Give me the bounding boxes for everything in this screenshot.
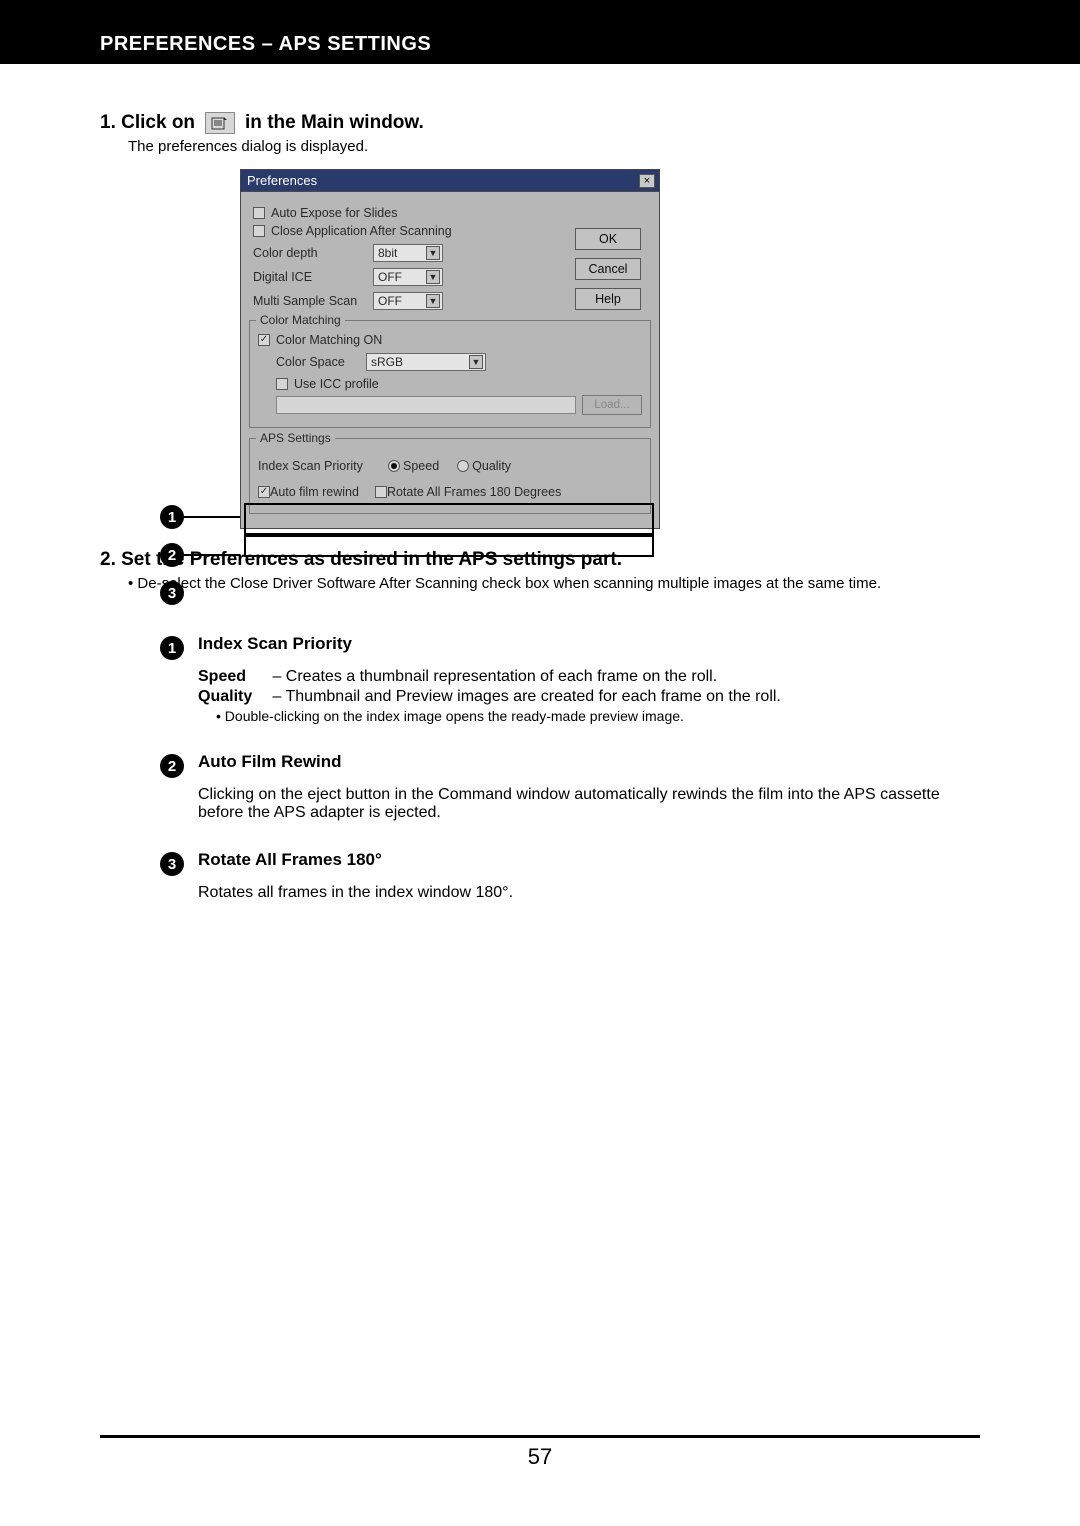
digital-ice-label: Digital ICE	[253, 270, 373, 284]
callout-column: 1 2 3	[160, 505, 240, 605]
color-depth-value: 8bit	[378, 246, 397, 260]
help-button[interactable]: Help	[575, 288, 641, 310]
close-app-checkbox[interactable]	[253, 225, 265, 237]
speed-radio-label: Speed	[403, 459, 439, 473]
ok-button[interactable]: OK	[575, 228, 641, 250]
callout-1: 1	[160, 505, 240, 529]
aps-settings-group: APS Settings Index Scan Priority Speed Q…	[249, 438, 651, 514]
auto-expose-label: Auto Expose for Slides	[271, 206, 397, 220]
multi-sample-value: OFF	[378, 294, 402, 308]
page-title: PREFERENCES – APS SETTINGS	[100, 33, 431, 56]
auto-film-rewind-label: Auto film rewind	[270, 485, 359, 499]
dialog-body: OK Cancel Help Auto Expose for Slides Cl…	[240, 191, 660, 529]
chevron-down-icon: ▼	[426, 294, 440, 308]
use-icc-label: Use ICC profile	[294, 377, 379, 391]
rotate-all-checkbox[interactable]	[375, 486, 387, 498]
definition-2-para: Clicking on the eject button in the Comm…	[198, 786, 958, 822]
callout-line-2	[184, 554, 240, 556]
definition-3-para: Rotates all frames in the index window 1…	[198, 884, 958, 902]
callout-badge-2: 2	[160, 543, 184, 567]
callout-2: 2	[160, 543, 240, 567]
color-space-value: sRGB	[371, 355, 403, 369]
color-match-on-label: Color Matching ON	[276, 333, 382, 347]
color-depth-select[interactable]: 8bit ▼	[373, 244, 443, 262]
speed-desc: – Creates a thumbnail representation of …	[272, 668, 717, 685]
chevron-down-icon: ▼	[426, 246, 440, 260]
cancel-button[interactable]: Cancel	[575, 258, 641, 280]
definition-2-title: Auto Film Rewind	[198, 752, 1020, 772]
icc-path-input[interactable]	[276, 396, 576, 414]
close-app-label: Close Application After Scanning	[271, 224, 452, 238]
callout-3: 3	[160, 581, 240, 605]
color-depth-label: Color depth	[253, 246, 373, 260]
definition-1-note: • Double-clicking on the index image ope…	[216, 708, 1020, 724]
page-number: 57	[528, 1444, 552, 1469]
definition-2: 2 Auto Film Rewind Clicking on the eject…	[160, 752, 1020, 822]
definition-3-title: Rotate All Frames 180°	[198, 850, 1020, 870]
footer-rule	[100, 1435, 980, 1438]
color-space-select[interactable]: sRGB ▼	[366, 353, 486, 371]
color-space-label: Color Space	[276, 355, 366, 369]
color-matching-title: Color Matching	[256, 313, 345, 327]
index-scan-priority-label: Index Scan Priority	[258, 459, 388, 473]
load-button[interactable]: Load...	[582, 395, 642, 415]
preferences-dialog: Preferences × OK Cancel Help Auto Expose…	[240, 169, 660, 529]
digital-ice-select[interactable]: OFF ▼	[373, 268, 443, 286]
chevron-down-icon: ▼	[426, 270, 440, 284]
step-1-subtext: The preferences dialog is displayed.	[128, 138, 1020, 155]
close-icon[interactable]: ×	[639, 174, 655, 188]
aps-settings-title: APS Settings	[256, 431, 335, 445]
step-2-bullet: • De-select the Close Driver Software Af…	[128, 575, 1020, 592]
definition-badge-2: 2	[160, 754, 184, 778]
multi-sample-select[interactable]: OFF ▼	[373, 292, 443, 310]
digital-ice-value: OFF	[378, 270, 402, 284]
step-1-line: 1. Click on in the Main window.	[100, 112, 1020, 134]
speed-radio[interactable]	[388, 460, 400, 472]
definition-1: 1 Index Scan Priority Speed – Creates a …	[160, 634, 1020, 724]
footer: 57	[100, 1435, 980, 1470]
step-1-suffix: in the Main window.	[245, 112, 424, 134]
color-match-on-checkbox[interactable]: ✓	[258, 334, 270, 346]
multi-sample-label: Multi Sample Scan	[253, 294, 373, 308]
auto-film-rewind-checkbox[interactable]: ✓	[258, 486, 270, 498]
callout-line-1	[184, 516, 240, 518]
dialog-title: Preferences	[247, 173, 317, 188]
rotate-all-label: Rotate All Frames 180 Degrees	[387, 485, 561, 499]
callout-badge-3: 3	[160, 581, 184, 605]
definition-3: 3 Rotate All Frames 180° Rotates all fra…	[160, 850, 1020, 902]
use-icc-checkbox[interactable]	[276, 378, 288, 390]
dialog-titlebar: Preferences ×	[240, 169, 660, 191]
header-band: PREFERENCES – APS SETTINGS	[0, 0, 1080, 64]
step-1-prefix: 1. Click on	[100, 112, 195, 134]
chevron-down-icon: ▼	[469, 355, 483, 369]
auto-expose-checkbox[interactable]	[253, 207, 265, 219]
definition-badge-1: 1	[160, 636, 184, 660]
color-matching-group: Color Matching ✓ Color Matching ON Color…	[249, 320, 651, 428]
preferences-icon	[205, 112, 235, 134]
quality-desc: – Thumbnail and Preview images are creat…	[272, 688, 780, 705]
definition-badge-3: 3	[160, 852, 184, 876]
quality-radio[interactable]	[457, 460, 469, 472]
quality-radio-label: Quality	[472, 459, 511, 473]
callout-badge-1: 1	[160, 505, 184, 529]
quality-term: Quality	[198, 688, 268, 706]
definition-1-title: Index Scan Priority	[198, 634, 1020, 654]
speed-term: Speed	[198, 668, 268, 686]
